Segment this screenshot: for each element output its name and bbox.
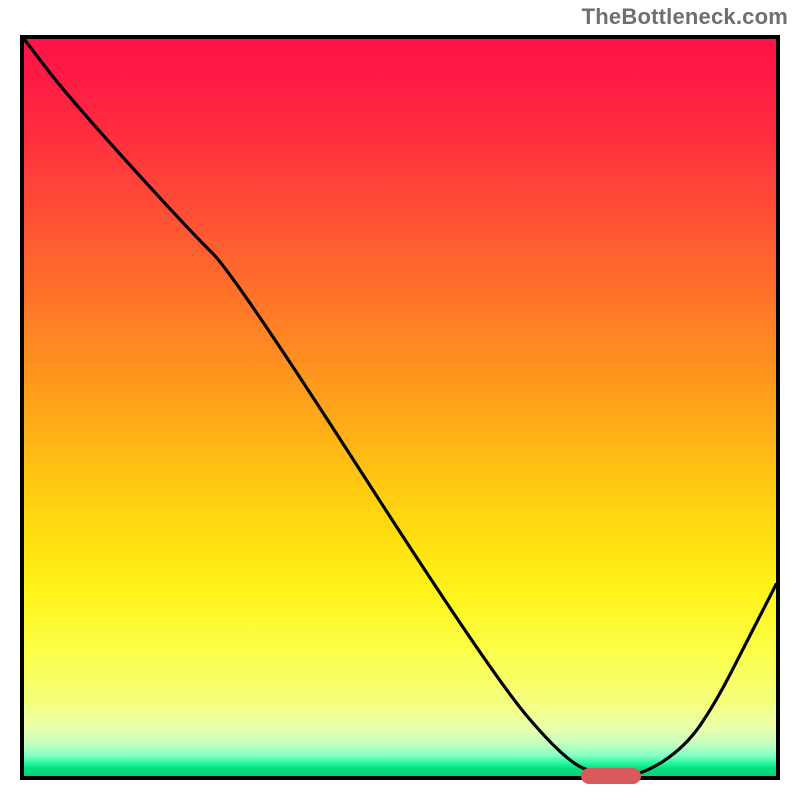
plot-area xyxy=(20,35,780,780)
watermark-text: TheBottleneck.com xyxy=(582,4,788,30)
line-curve xyxy=(24,39,776,776)
min-marker xyxy=(581,768,641,784)
chart-stage: TheBottleneck.com xyxy=(0,0,800,800)
